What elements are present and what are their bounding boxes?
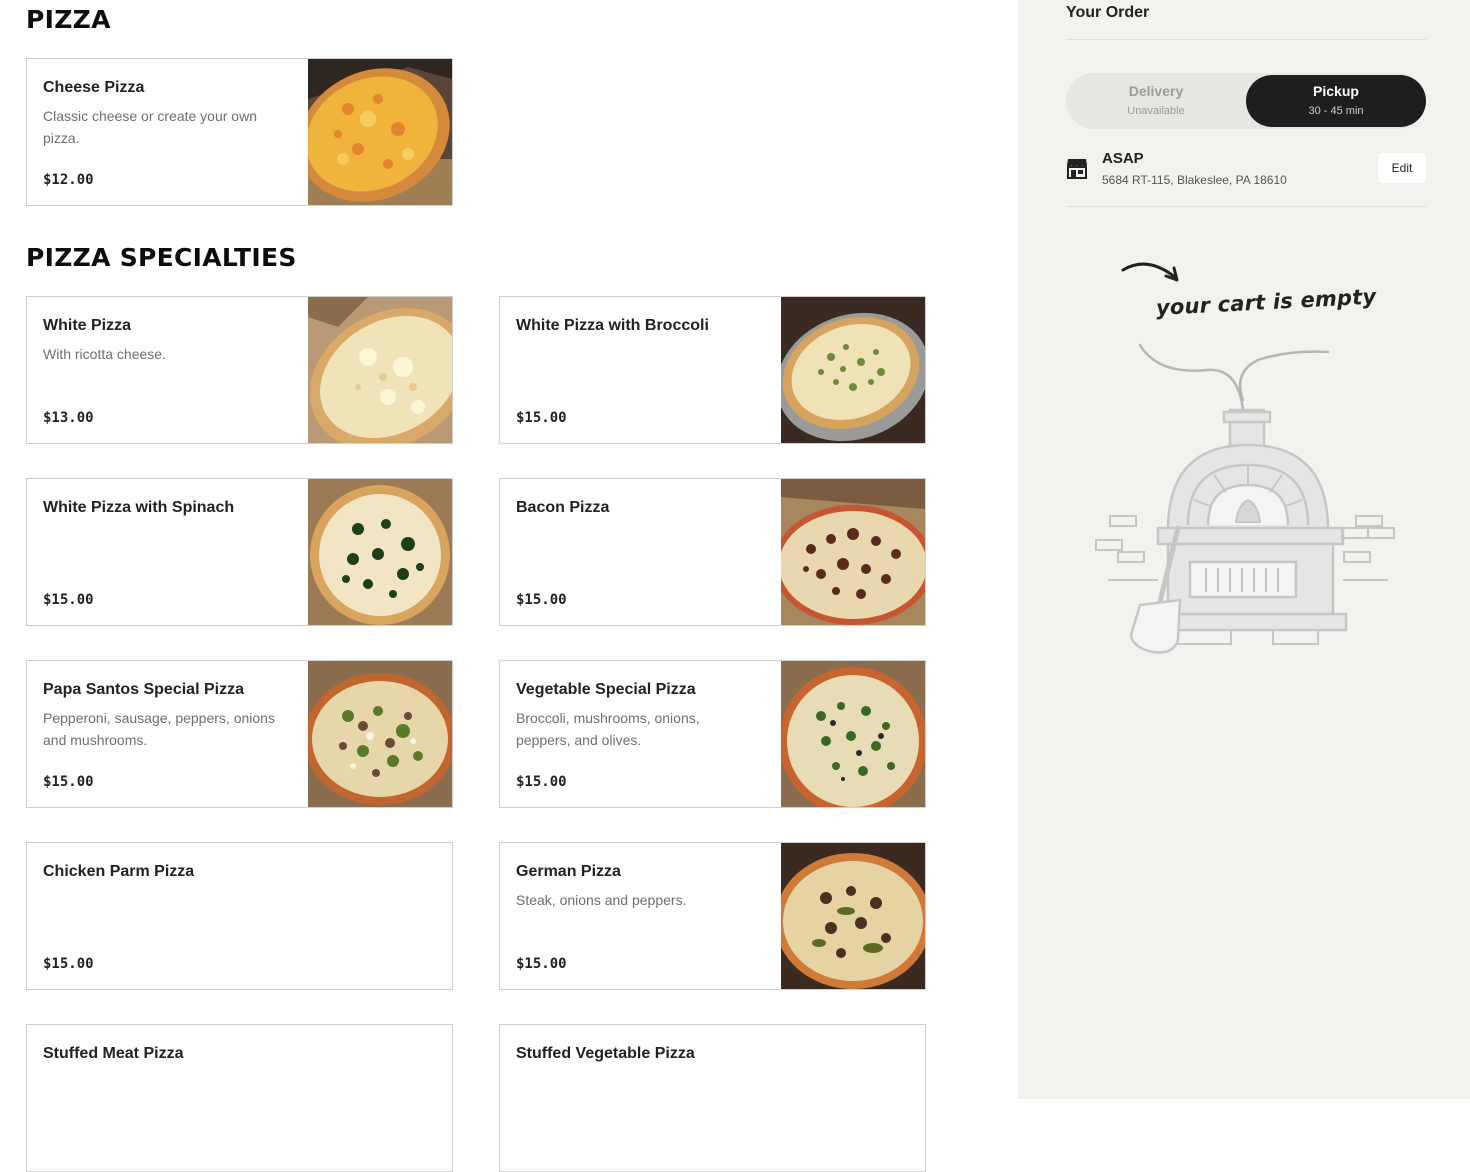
delivery-label: Delivery bbox=[1128, 83, 1184, 99]
menu-item-bacon-pizza[interactable]: Bacon Pizza $15.00 bbox=[499, 478, 926, 626]
item-name: German Pizza bbox=[516, 863, 621, 880]
item-price: $15.00 bbox=[516, 956, 567, 972]
item-description: Pepperoni, sausage, peppers, onions and … bbox=[43, 710, 275, 748]
section-title-pizza-specialties: PIZZA SPECIALTIES bbox=[26, 243, 297, 272]
menu-item-white-pizza-spinach[interactable]: White Pizza with Spinach $15.00 bbox=[26, 478, 453, 626]
item-name: Vegetable Special Pizza bbox=[516, 681, 696, 698]
item-photo bbox=[781, 843, 925, 989]
menu-item-stuffed-meat-pizza[interactable]: Stuffed Meat Pizza bbox=[26, 1024, 453, 1172]
item-name: Papa Santos Special Pizza bbox=[43, 681, 244, 698]
menu-item-white-pizza[interactable]: White Pizza With ricotta cheese. $13.00 bbox=[26, 296, 453, 444]
pickup-time: 30 - 45 min bbox=[1308, 105, 1364, 117]
menu-item-vegetable-special-pizza[interactable]: Vegetable Special Pizza Broccoli, mushro… bbox=[499, 660, 926, 808]
item-name: Stuffed Vegetable Pizza bbox=[516, 1045, 695, 1062]
item-price: $15.00 bbox=[516, 774, 567, 790]
item-photo bbox=[308, 479, 452, 625]
pizza-oven-illustration bbox=[1088, 250, 1408, 660]
delivery-status: Unavailable bbox=[1127, 105, 1185, 117]
delivery-option[interactable]: Delivery Unavailable bbox=[1066, 73, 1246, 129]
store-address: 5684 RT-115, Blakeslee, PA 18610 bbox=[1102, 173, 1287, 187]
menu-panel: PIZZA Cheese Pizza Classic cheese or cre… bbox=[0, 0, 1018, 1172]
order-sidebar: Your Order Delivery Unavailable Pickup 3… bbox=[1018, 0, 1470, 1099]
item-photo bbox=[781, 479, 925, 625]
item-price: $15.00 bbox=[43, 956, 94, 972]
item-description: Broccoli, mushrooms, onions, peppers, an… bbox=[516, 710, 700, 748]
item-name: White Pizza with Broccoli bbox=[516, 317, 709, 334]
menu-item-papa-santos-special-pizza[interactable]: Papa Santos Special Pizza Pepperoni, sau… bbox=[26, 660, 453, 808]
item-name: Bacon Pizza bbox=[516, 499, 610, 516]
item-description: Steak, onions and peppers. bbox=[516, 892, 687, 908]
item-description: With ricotta cheese. bbox=[43, 346, 166, 362]
store-icon bbox=[1066, 157, 1088, 179]
item-price: $15.00 bbox=[43, 592, 94, 608]
edit-button[interactable]: Edit bbox=[1378, 153, 1426, 183]
divider bbox=[1066, 39, 1426, 40]
item-name: Stuffed Meat Pizza bbox=[43, 1045, 184, 1062]
item-description: Classic cheese or create your own pizza. bbox=[43, 108, 257, 146]
item-photo bbox=[308, 59, 452, 205]
pickup-option[interactable]: Pickup 30 - 45 min bbox=[1246, 75, 1426, 127]
menu-item-white-pizza-broccoli[interactable]: White Pizza with Broccoli $15.00 bbox=[499, 296, 926, 444]
menu-item-chicken-parm-pizza[interactable]: Chicken Parm Pizza $15.00 bbox=[26, 842, 453, 990]
item-name: Cheese Pizza bbox=[43, 79, 145, 96]
item-price: $12.00 bbox=[43, 172, 94, 188]
item-price: $15.00 bbox=[43, 774, 94, 790]
pickup-label: Pickup bbox=[1313, 83, 1359, 99]
item-price: $15.00 bbox=[516, 592, 567, 608]
item-photo bbox=[781, 661, 925, 807]
item-photo bbox=[308, 297, 452, 443]
item-name: White Pizza bbox=[43, 317, 132, 334]
item-photo bbox=[781, 297, 925, 443]
menu-item-stuffed-vegetable-pizza[interactable]: Stuffed Vegetable Pizza bbox=[499, 1024, 926, 1172]
section-title-pizza: PIZZA bbox=[26, 5, 111, 34]
order-title: Your Order bbox=[1066, 4, 1150, 21]
divider bbox=[1066, 206, 1426, 207]
item-name: White Pizza with Spinach bbox=[43, 499, 235, 516]
item-name: Chicken Parm Pizza bbox=[43, 863, 195, 880]
menu-item-german-pizza[interactable]: German Pizza Steak, onions and peppers. … bbox=[499, 842, 926, 990]
item-price: $15.00 bbox=[516, 410, 567, 426]
item-photo bbox=[308, 661, 452, 807]
menu-item-cheese-pizza[interactable]: Cheese Pizza Classic cheese or create yo… bbox=[26, 58, 453, 206]
pickup-time-label: ASAP bbox=[1102, 150, 1144, 167]
fulfillment-toggle: Delivery Unavailable Pickup 30 - 45 min bbox=[1066, 73, 1426, 129]
item-price: $13.00 bbox=[43, 410, 94, 426]
